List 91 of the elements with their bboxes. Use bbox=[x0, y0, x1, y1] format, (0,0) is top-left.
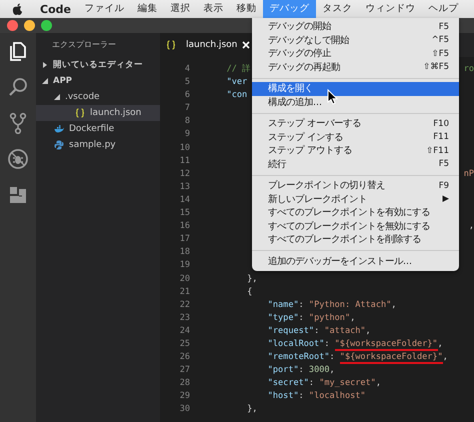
menu-item[interactable]: 新しいブレークポイント ▶ bbox=[252, 192, 459, 206]
menu-bar-item[interactable]: ウィンドウ bbox=[358, 0, 422, 18]
python-icon bbox=[54, 140, 64, 150]
menu-bar-item[interactable]: 編集 bbox=[130, 0, 164, 18]
line-number: 10 bbox=[178, 142, 190, 155]
code-line: // 詳 bbox=[226, 63, 252, 76]
line-number: 7 bbox=[184, 102, 190, 116]
code-line: "ver bbox=[226, 76, 248, 90]
code-line: "remoteRoot": "${workspaceFolder}", bbox=[266, 351, 448, 364]
line-number: 4 bbox=[184, 63, 190, 76]
line-number: 20 bbox=[178, 272, 190, 286]
file-tree-item[interactable]: .vscode bbox=[36, 89, 160, 105]
menu-item[interactable]: 続行 F5 bbox=[252, 158, 459, 171]
line-number: 22 bbox=[178, 298, 190, 312]
section-header[interactable]: 開いているエディター bbox=[36, 57, 160, 73]
menu-item[interactable]: すべてのブレークポイントを無効にする bbox=[252, 220, 459, 233]
app-menu[interactable]: Code bbox=[33, 2, 78, 16]
line-number: 26 bbox=[178, 351, 190, 364]
expanded-twisty-icon[interactable] bbox=[54, 94, 60, 100]
code-line: "name": "Python: Attach", bbox=[266, 298, 396, 312]
code-line: "con bbox=[226, 89, 248, 102]
braces-icon bbox=[166, 40, 176, 50]
extensions-icon[interactable] bbox=[10, 187, 26, 203]
line-number: 18 bbox=[178, 246, 190, 260]
menu-item[interactable]: ブレークポイントの切り替え F9 bbox=[252, 179, 459, 192]
menu-item[interactable]: ステップ インする F11 bbox=[252, 130, 459, 144]
menu-bar-item[interactable]: 選択 bbox=[164, 0, 197, 18]
menu-item[interactable]: ステップ アウトする ⇧F11 bbox=[252, 144, 459, 158]
collapsed-twisty-icon[interactable] bbox=[42, 62, 48, 68]
section-header[interactable]: APP bbox=[36, 73, 160, 89]
menu-item[interactable]: すべてのブレークポイントを削除する bbox=[252, 233, 459, 246]
menu-item[interactable]: すべてのブレークポイントを有効にする bbox=[252, 206, 459, 220]
braces-icon bbox=[75, 108, 85, 118]
line-number: 25 bbox=[178, 338, 190, 351]
line-number: 8 bbox=[184, 115, 190, 128]
menu-item[interactable]: 構成の追加... bbox=[252, 96, 459, 109]
code-line: "request": "attach", bbox=[266, 324, 371, 338]
code-fragment: nP bbox=[464, 168, 474, 181]
menu-bar-item[interactable]: 表示 bbox=[196, 0, 230, 18]
code-line: "secret": "my_secret", bbox=[266, 377, 381, 390]
line-number: 30 bbox=[178, 403, 190, 416]
file-tree-item[interactable]: Dockerfile bbox=[36, 121, 160, 137]
menu-item[interactable]: デバッグの再起動 ⇧⌘F5 bbox=[252, 60, 459, 74]
code-fragment: ro bbox=[464, 63, 474, 76]
line-number: 29 bbox=[178, 390, 190, 404]
code-line: }, bbox=[246, 272, 258, 286]
zoom-window-control[interactable] bbox=[41, 20, 52, 31]
line-number: 14 bbox=[178, 194, 190, 207]
line-number: 19 bbox=[178, 259, 190, 272]
line-number: 24 bbox=[178, 324, 190, 338]
menu-item[interactable]: 構成を開く bbox=[252, 82, 459, 96]
line-number: 11 bbox=[178, 154, 190, 168]
code-line: "type": "python", bbox=[266, 312, 356, 325]
file-tree-item[interactable]: sample.py bbox=[36, 137, 160, 153]
mouse-pointer-icon bbox=[327, 89, 338, 105]
menu-bar-item[interactable]: タスク bbox=[316, 0, 359, 18]
code-line: "port": 3000, bbox=[266, 364, 335, 378]
sidebar-title: エクスプローラー bbox=[51, 39, 117, 51]
code-line: "localRoot": "${workspaceFolder}", bbox=[266, 338, 443, 352]
file-tree-item[interactable]: launch.json bbox=[36, 105, 160, 121]
line-number: 23 bbox=[178, 312, 190, 325]
line-number: 15 bbox=[178, 207, 190, 220]
minimize-window-control[interactable] bbox=[24, 20, 35, 31]
menu-bar-item[interactable]: ファイル bbox=[78, 0, 131, 18]
expanded-twisty-icon[interactable] bbox=[42, 78, 48, 84]
close-icon[interactable] bbox=[242, 41, 250, 49]
files-icon[interactable] bbox=[10, 42, 26, 61]
line-number: 17 bbox=[178, 233, 190, 246]
line-number: 16 bbox=[178, 220, 190, 234]
line-number: 12 bbox=[178, 168, 190, 181]
no-bug-icon[interactable] bbox=[8, 149, 28, 169]
line-number: 28 bbox=[178, 377, 190, 390]
code-line: { bbox=[246, 286, 252, 299]
line-number: 6 bbox=[184, 89, 190, 102]
apple-icon[interactable] bbox=[12, 2, 23, 16]
code-line: }, bbox=[246, 403, 258, 416]
menu-bar-item[interactable]: 移動 bbox=[230, 0, 263, 18]
line-number: 27 bbox=[178, 364, 190, 378]
line-number: 13 bbox=[178, 180, 190, 194]
menu-item[interactable]: ステップ オーバーする F10 bbox=[252, 117, 459, 130]
line-number: 5 bbox=[184, 76, 190, 90]
menu-item[interactable]: 追加のデバッガーをインストール... bbox=[252, 254, 459, 268]
code-line: "host": "localhost" bbox=[266, 390, 366, 404]
close-window-control[interactable] bbox=[7, 20, 18, 31]
branch-icon[interactable] bbox=[10, 112, 26, 134]
code-fragment: , bbox=[468, 220, 474, 234]
search-icon[interactable] bbox=[9, 78, 27, 96]
line-number: 9 bbox=[184, 128, 190, 142]
whale-icon bbox=[54, 124, 64, 134]
menu-bar-item[interactable]: ヘルプ bbox=[422, 0, 465, 18]
line-number: 21 bbox=[178, 286, 190, 299]
